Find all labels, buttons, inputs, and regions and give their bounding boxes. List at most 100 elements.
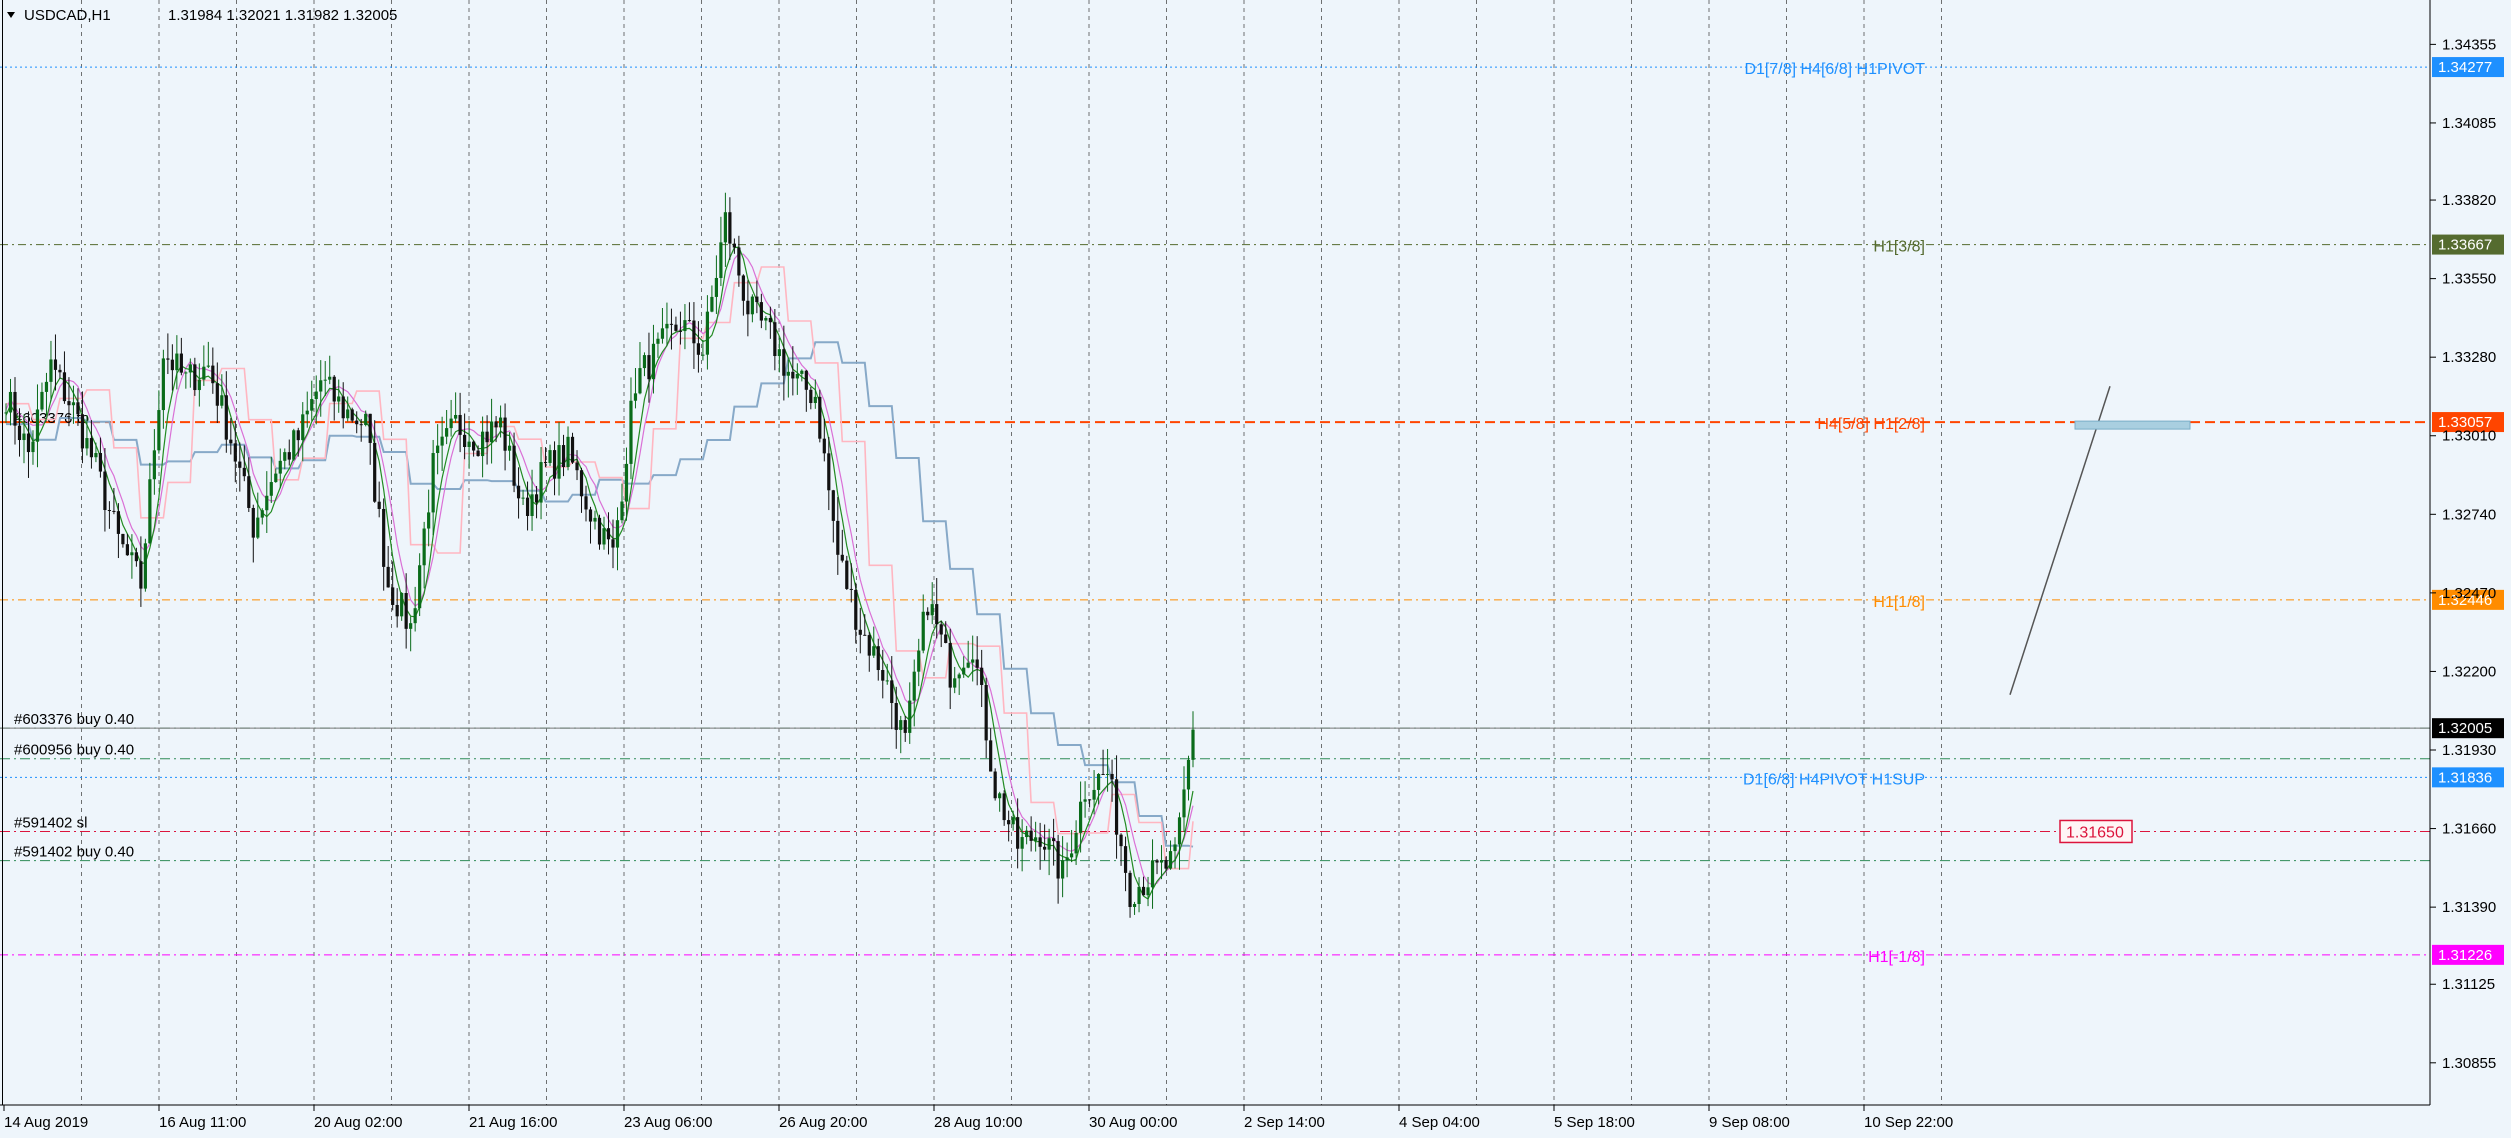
candle-body [400, 593, 404, 617]
candle-body [534, 494, 539, 503]
trade-label: #591402 buy 0.40 [14, 844, 134, 861]
time-tick-label: 4 Sep 04:00 [1399, 1114, 1480, 1131]
time-tick-label: 23 Aug 06:00 [624, 1114, 712, 1131]
candle-body [512, 445, 516, 486]
candle-body [341, 396, 345, 419]
candle-body [588, 509, 593, 522]
candle-body [170, 359, 174, 371]
candle-body [557, 445, 561, 479]
candle-body [678, 330, 683, 332]
candle-body [359, 424, 363, 426]
time-tick-label: 20 Aug 02:00 [314, 1114, 402, 1131]
candle-body [278, 460, 282, 474]
candle-body [665, 323, 669, 329]
candle-body [975, 659, 979, 668]
candle-body [885, 680, 889, 682]
candle-body [1011, 817, 1015, 825]
candle-body [427, 512, 431, 529]
candle-body [962, 667, 966, 675]
candle-body [1002, 793, 1006, 821]
candle-body [1155, 860, 1159, 863]
candle-body [1016, 817, 1020, 849]
candle-body [35, 409, 40, 442]
candle-body [436, 445, 440, 454]
candle-body [692, 320, 696, 344]
candle-body [732, 243, 736, 248]
candle-body [530, 494, 534, 516]
candle-body [876, 646, 880, 671]
candle-body [368, 413, 372, 443]
candle-body [220, 395, 224, 406]
candle-body [710, 296, 714, 312]
candle-body [737, 247, 741, 276]
candle-body [854, 589, 858, 630]
candle-body [683, 320, 687, 332]
candle-body [94, 453, 98, 458]
candle-body [233, 443, 237, 462]
candle-body [831, 490, 835, 521]
candle-body [310, 399, 314, 411]
candle-body [161, 358, 165, 411]
candle-body [395, 604, 399, 617]
time-tick-label: 10 Sep 22:00 [1864, 1114, 1953, 1131]
candle-body [899, 720, 903, 730]
candle-body [890, 680, 894, 704]
ohlc-values: 1.31984 1.32021 1.31982 1.32005 [168, 7, 397, 24]
candle-body [966, 662, 970, 668]
candle-body [552, 450, 557, 479]
candle-body [606, 528, 611, 540]
candle-body [1141, 886, 1146, 896]
candle-body [993, 771, 997, 799]
candle-body [1034, 837, 1038, 841]
chart-window[interactable]: D1[7/8] H4[6/8] H1PIVOT 1.34277 H1[3/8] 1.3… [0, 0, 2511, 1133]
candle-body [22, 433, 26, 441]
candle-body [1182, 789, 1186, 818]
candle-body [687, 320, 692, 322]
candle-body [467, 441, 471, 448]
candle-body [647, 355, 651, 380]
candle-body [1132, 904, 1137, 907]
candle-body [256, 517, 260, 538]
price-tick-label: 1.34355 [2442, 36, 2496, 53]
candle-body [494, 421, 498, 428]
price-marker-label: 1.31226 [2438, 947, 2492, 964]
candle-body [314, 391, 318, 400]
candle-body [404, 593, 408, 629]
candle-body [1052, 838, 1056, 842]
level-label: H4[5/8] H1[2/8] [1817, 416, 1925, 433]
candle-body [1164, 860, 1168, 869]
candle-body [1083, 799, 1087, 802]
price-chart[interactable]: D1[7/8] H4[6/8] H1PIVOT 1.34277 H1[3/8] 1.3… [0, 0, 2511, 1133]
price-tick-label: 1.33010 [2442, 428, 2496, 445]
candle-body [728, 212, 732, 244]
candle-body [1092, 789, 1096, 800]
candle-body [193, 364, 197, 391]
candle-body [40, 391, 44, 410]
candle-body [80, 414, 85, 449]
candle-body [795, 373, 799, 379]
candle-body [116, 511, 121, 534]
target-zone [2074, 420, 2191, 430]
candle-body [305, 410, 309, 415]
candle-body [1047, 838, 1051, 850]
level-label: H1[1/8] [1873, 594, 1925, 611]
candle-body [953, 678, 957, 688]
candle-body [98, 453, 103, 472]
candle-body [49, 359, 53, 382]
candle-body [926, 611, 930, 616]
candle-body [948, 642, 952, 688]
candle-body [840, 554, 844, 561]
candle-body [238, 461, 242, 468]
candle-body [939, 624, 943, 635]
candle-body [768, 317, 772, 323]
candle-body [8, 391, 13, 413]
candle-body [818, 396, 822, 439]
candle-body [242, 467, 246, 477]
candle-body [944, 634, 948, 643]
candle-body [696, 343, 701, 355]
candle-body [912, 671, 916, 701]
candle-body [215, 383, 219, 406]
candle-body [642, 355, 647, 369]
candle-body [175, 353, 179, 371]
time-tick-label: 14 Aug 2019 [4, 1114, 88, 1131]
